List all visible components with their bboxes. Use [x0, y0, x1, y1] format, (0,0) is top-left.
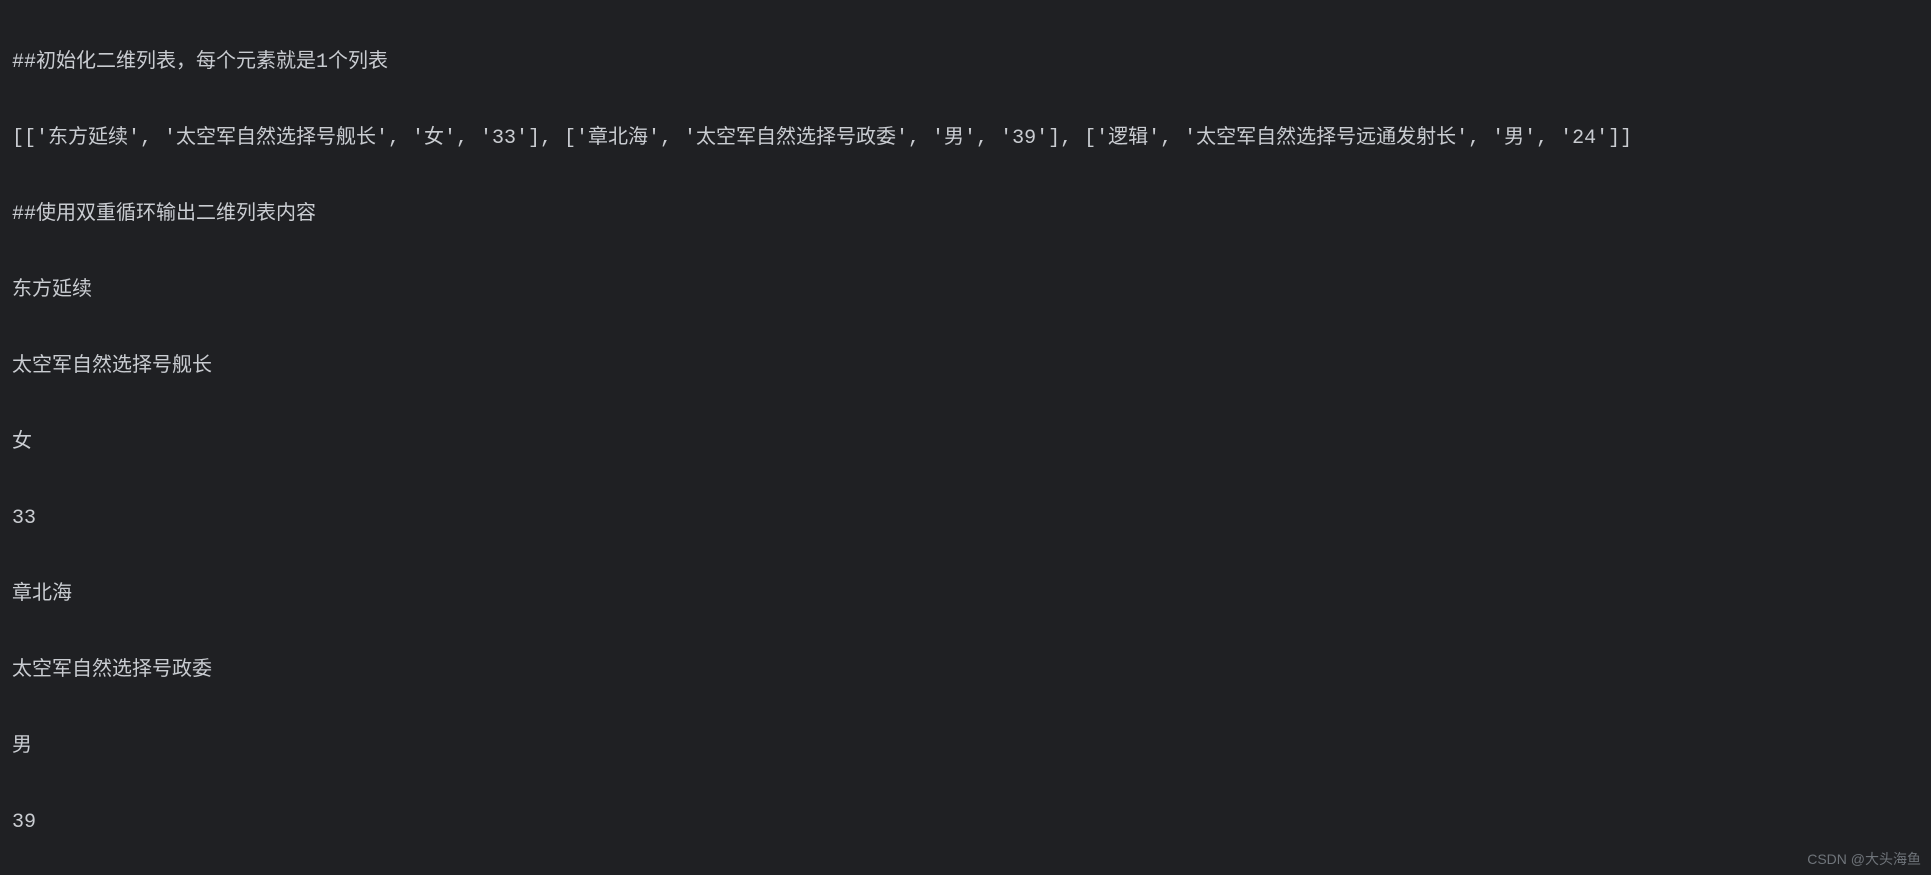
output-value: 男: [12, 728, 1919, 766]
output-value: 39: [12, 804, 1919, 842]
output-value: 太空军自然选择号政委: [12, 652, 1919, 690]
comment-init: ##初始化二维列表，每个元素就是1个列表: [12, 44, 1919, 82]
output-value: 东方延续: [12, 272, 1919, 310]
output-value: 33: [12, 500, 1919, 538]
comment-loop: ##使用双重循环输出二维列表内容: [12, 196, 1919, 234]
output-value: 女: [12, 424, 1919, 462]
list-literal: [['东方延续', '太空军自然选择号舰长', '女', '33'], ['章北…: [12, 120, 1919, 158]
output-value: 太空军自然选择号舰长: [12, 348, 1919, 386]
code-output-block: ##初始化二维列表，每个元素就是1个列表 [['东方延续', '太空军自然选择号…: [0, 0, 1931, 875]
output-value: 章北海: [12, 576, 1919, 614]
watermark-text: CSDN @大头海鱼: [1807, 849, 1921, 869]
